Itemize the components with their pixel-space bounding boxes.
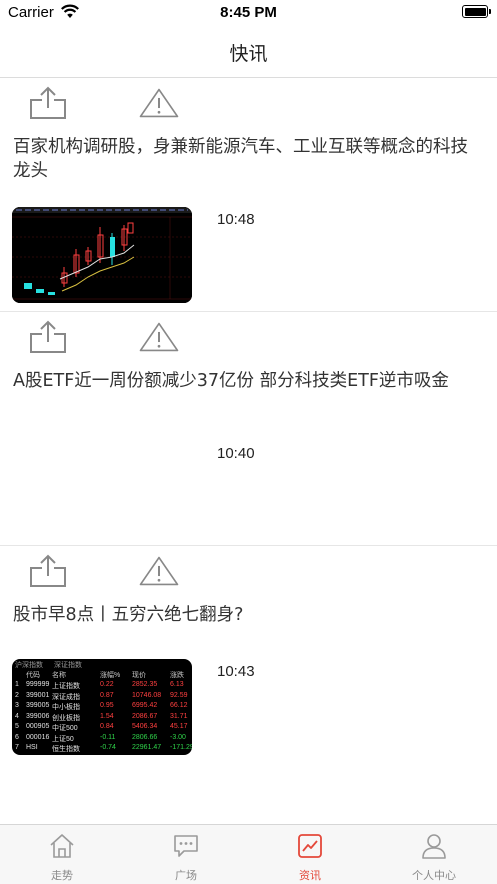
trend-chart-icon: [298, 834, 322, 858]
battery-icon: [462, 5, 491, 18]
stock-table-tabs: 沪深指数 深证指数: [12, 659, 192, 669]
page-title: 快讯: [229, 43, 268, 65]
tab-bar: 走势 广场 资讯 个人中心: [0, 824, 497, 884]
stock-table-cell: 6: [15, 733, 19, 741]
person-icon: [422, 834, 446, 859]
stock-table-cell: 000016: [26, 733, 50, 741]
stock-table-cell: 2806.66: [132, 733, 158, 741]
stock-table-row: 3 399005 中小板指 0.95 6995.42 66.12: [12, 701, 192, 711]
tab-trend[interactable]: 走势: [0, 825, 124, 884]
stock-table-cell: 上证指数: [52, 683, 80, 690]
news-headline[interactable]: A股ETF近一周份额减少37亿份 部分科技类ETF逆市吸金: [13, 369, 473, 393]
tab-label: 广场: [175, 869, 197, 882]
stock-table-header-cell: 涨幅%: [100, 672, 121, 679]
stock-table-row: 4 399006 创业板指 1.54 2086.67 31.71: [12, 712, 192, 722]
stock-table-thumbnail[interactable]: 沪深指数 深证指数 代码 名称 涨幅% 现价 涨跌 1 999999 上证指数 0.22 2852…: [12, 659, 192, 755]
stock-table-cell: 5406.34: [132, 723, 158, 730]
tab-square[interactable]: 广场: [124, 825, 248, 884]
stock-table-cell: 1.54: [100, 712, 114, 720]
tab-profile[interactable]: 个人中心: [372, 825, 496, 884]
stock-table-cell: 399006: [26, 712, 50, 720]
stock-table-row: 6 000016 上证50 -0.11 2806.66 -3.00: [12, 733, 192, 743]
news-time: 10:40: [217, 445, 255, 462]
stock-table-cell: 2086.67: [132, 712, 158, 720]
stock-table-cell: 66.12: [170, 702, 188, 709]
news-item[interactable]: 百家机构调研股，身兼新能源汽车、工业互联等概念的科技龙头 10:48: [0, 78, 497, 312]
news-time: 10:43: [217, 663, 255, 680]
stock-table-cell: 92.59: [170, 691, 188, 699]
tab-label: 走势: [51, 869, 73, 882]
stock-table-row: 2 399001 深证成指 0.87 10746.08 92.59: [12, 691, 192, 701]
share-icon[interactable]: [27, 84, 69, 122]
stock-table-cell: 22961.47: [132, 744, 162, 751]
stock-table-cell: 0.87: [100, 691, 114, 699]
clock: 8:45 PM: [220, 4, 277, 21]
stock-table-cell: 4: [15, 712, 19, 720]
stock-table-cell: 31.71: [170, 712, 188, 720]
share-icon[interactable]: [27, 318, 69, 356]
tab-label: 资讯: [299, 869, 321, 882]
stock-table-row: 5 000905 中证500 0.84 5406.34 45.17: [12, 722, 192, 732]
stock-table-cell: 中小板指: [52, 704, 80, 711]
stock-table-cell: 399001: [26, 691, 50, 699]
stock-table-cell: 7: [15, 744, 19, 751]
stock-table-header: 代码 名称 涨幅% 现价 涨跌: [12, 669, 192, 679]
home-icon: [50, 834, 74, 858]
warning-icon[interactable]: [138, 552, 180, 590]
stock-table-header-cell: 名称: [52, 672, 66, 679]
stock-table-cell: 5: [15, 723, 19, 730]
stock-table-header-cell: 代码: [26, 672, 40, 679]
stock-table-row: 7 HSI 恒生指数 -0.74 22961.47 -171.29: [12, 743, 192, 753]
stock-table-cell: 1: [15, 681, 19, 688]
stock-table-cell: 0.84: [100, 723, 114, 730]
status-bar: Carrier 8:45 PM: [0, 0, 497, 26]
stock-table-cell: 深证成指: [52, 693, 80, 701]
stock-table-cell: 0.95: [100, 702, 114, 709]
stock-table-header-cell: 涨跌: [170, 672, 184, 679]
stock-table-cell: 6.13: [170, 681, 184, 688]
nav-bar: 快讯: [0, 26, 497, 78]
candlestick-chart-thumbnail[interactable]: [12, 207, 192, 303]
news-item[interactable]: 股市早8点丨五穷六绝七翻身? 沪深指数 深证指数 代码 名称 涨幅% 现价 涨跌 1 999…: [0, 546, 497, 779]
stock-table: 沪深指数 深证指数 代码 名称 涨幅% 现价 涨跌 1 999999 上证指数 0.22 2852…: [12, 659, 192, 755]
stock-table-cell: HSI: [26, 744, 38, 751]
stock-table-cell: -171.29: [170, 744, 192, 751]
stock-table-header-cell: 现价: [132, 672, 146, 679]
stock-table-cell: 10746.08: [132, 691, 162, 699]
warning-icon[interactable]: [138, 84, 180, 122]
stock-table-cell: 999999: [26, 681, 50, 688]
stock-table-cell: 45.17: [170, 723, 188, 730]
news-time: 10:48: [217, 211, 255, 228]
stock-table-cell: 恒生指数: [52, 746, 80, 753]
warning-icon[interactable]: [138, 318, 180, 356]
stock-table-cell: -0.11: [100, 733, 116, 741]
news-headline[interactable]: 百家机构调研股，身兼新能源汽车、工业互联等概念的科技龙头: [13, 135, 473, 183]
stock-table-cell: 2852.35: [132, 681, 158, 688]
news-item[interactable]: A股ETF近一周份额减少37亿份 部分科技类ETF逆市吸金 10:40: [0, 312, 497, 546]
stock-table-cell: 3: [15, 702, 19, 709]
stock-table-cell: 创业板指: [52, 714, 80, 722]
stock-table-cell: 中证500: [52, 725, 78, 732]
stock-table-cell: 上证50: [52, 735, 74, 743]
stock-table-cell: 6995.42: [132, 702, 158, 709]
tab-news[interactable]: 资讯: [248, 825, 372, 884]
chat-bubble-icon: [174, 835, 198, 857]
tab-label: 个人中心: [412, 869, 456, 882]
stock-table-cell: -3.00: [170, 733, 186, 741]
stock-table-cell: 2: [15, 691, 19, 699]
share-icon[interactable]: [27, 552, 69, 590]
stock-table-row: 1 999999 上证指数 0.22 2852.35 6.13: [12, 680, 192, 690]
stock-table-cell: -0.74: [100, 744, 116, 751]
stock-table-cell: 000905: [26, 723, 50, 730]
stock-table-cell: 0.22: [100, 681, 114, 688]
news-headline[interactable]: 股市早8点丨五穷六绝七翻身?: [13, 603, 473, 627]
stock-table-cell: 399005: [26, 702, 50, 709]
